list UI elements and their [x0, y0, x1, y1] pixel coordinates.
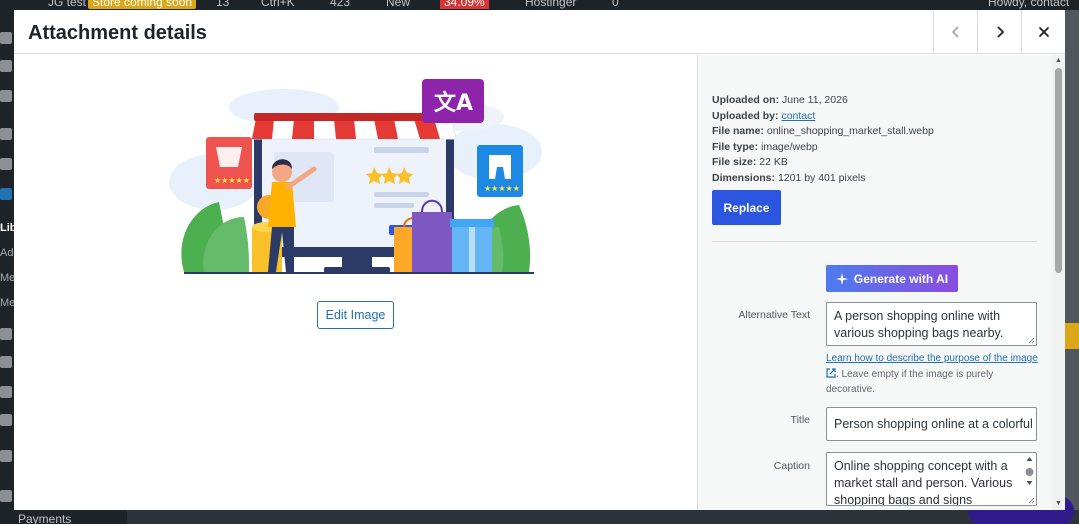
- modal-header: Attachment details: [14, 10, 1065, 54]
- alt-text-help: Learn how to describe the purpose of the…: [826, 351, 1040, 398]
- notifications-count[interactable]: 0: [612, 0, 619, 9]
- menu-icon[interactable]: [0, 32, 12, 44]
- external-link-icon: [826, 367, 836, 378]
- replace-button[interactable]: Replace: [712, 190, 781, 225]
- file-type-label: File type:: [712, 140, 759, 153]
- menu-item-ad[interactable]: Ad: [0, 247, 13, 259]
- menu-icon[interactable]: [0, 128, 12, 140]
- caption-value: Online shopping concept with a market st…: [834, 459, 1013, 506]
- comments-count[interactable]: 423: [330, 0, 350, 9]
- resize-grip-icon[interactable]: [1028, 337, 1035, 344]
- chevron-left-icon: [951, 26, 959, 38]
- site-name[interactable]: JG test: [48, 0, 86, 9]
- next-button[interactable]: [977, 10, 1021, 54]
- alt-text-help-text: . Leave empty if the image is purely dec…: [826, 368, 994, 396]
- search-hint[interactable]: Ctrl+K: [261, 0, 295, 9]
- menu-item-me1[interactable]: Me: [0, 272, 14, 284]
- background-content: [1065, 10, 1079, 510]
- media-menu-icon[interactable]: [0, 188, 12, 200]
- background-bottom: Payments: [0, 510, 1079, 524]
- alt-text-help-link[interactable]: Learn how to describe the purpose of the…: [826, 353, 1038, 364]
- menu-icon[interactable]: [0, 414, 12, 426]
- svg-text:★★★★★: ★★★★★: [484, 184, 520, 193]
- file-details: Uploaded on: June 11, 2026 Uploaded by: …: [712, 93, 934, 186]
- uploaded-by-link[interactable]: contact: [781, 110, 815, 122]
- caption-label: Caption: [773, 460, 810, 472]
- menu-icon[interactable]: [0, 90, 12, 102]
- scroll-down-icon[interactable]: ▼: [1054, 500, 1063, 508]
- file-name-label: File name:: [712, 125, 764, 137]
- admin-bar: JG test Store coming soon 13 Ctrl+K 423 …: [0, 0, 1079, 10]
- svg-text:★★★★★: ★★★★★: [214, 176, 250, 185]
- uploaded-by-label: Uploaded by:: [712, 109, 779, 122]
- menu-icon[interactable]: [0, 386, 12, 398]
- updates-count[interactable]: 13: [216, 0, 229, 9]
- menu-icon[interactable]: [0, 356, 12, 368]
- menu-item-me2[interactable]: Me: [0, 297, 14, 309]
- file-name-value: online_shopping_market_stall.webp: [766, 125, 934, 137]
- menu-icon[interactable]: [0, 158, 12, 170]
- title-value: Person shopping online at a colorful: [834, 417, 1033, 431]
- svg-text:文A: 文A: [434, 90, 473, 116]
- title-label: Title: [790, 414, 810, 426]
- store-badge[interactable]: Store coming soon: [88, 0, 197, 9]
- generate-with-ai-label: Generate with AI: [853, 271, 949, 286]
- edit-image-button[interactable]: Edit Image: [317, 301, 394, 329]
- new-link[interactable]: New: [386, 0, 410, 9]
- menu-icon[interactable]: [0, 490, 12, 502]
- attachment-media-view: 文A ★★★★★ ★★★★★ Edit Image: [14, 55, 697, 510]
- user-greeting[interactable]: Howdy, contact: [988, 0, 1069, 9]
- sparkle-icon: [835, 272, 848, 285]
- dimensions-value: 1201 by 401 pixels: [777, 171, 866, 184]
- attachment-details-modal: Attachment details 文A ★★★★★ ★★★★★ Edit I…: [14, 10, 1065, 510]
- scrollbar-thumb[interactable]: [1055, 68, 1062, 273]
- caption-field[interactable]: Online shopping concept with a market st…: [826, 452, 1037, 506]
- chevron-right-icon: [996, 26, 1004, 38]
- hostinger-link[interactable]: Hostinger: [525, 0, 576, 9]
- menu-icon[interactable]: [0, 450, 12, 462]
- close-icon: [1038, 26, 1049, 38]
- title-field[interactable]: Person shopping online at a colorful: [826, 407, 1037, 441]
- close-button[interactable]: [1021, 10, 1065, 54]
- dimensions-label: Dimensions:: [712, 171, 776, 184]
- attachment-info-sidebar: Uploaded on: June 11, 2026 Uploaded by: …: [697, 55, 1065, 510]
- previous-button[interactable]: [933, 10, 977, 54]
- alt-text-label: Alternative Text: [738, 309, 810, 321]
- sidebar-scrollbar[interactable]: ▲ ▼: [1052, 55, 1065, 510]
- resize-grip-icon[interactable]: [1028, 497, 1035, 504]
- caption-scrollbar[interactable]: [1025, 456, 1034, 486]
- menu-item-payments[interactable]: Payments: [0, 510, 127, 524]
- generate-with-ai-button[interactable]: Generate with AI: [826, 265, 958, 292]
- online-shopping-market-stall-illustration: 文A ★★★★★ ★★★★★: [169, 79, 542, 274]
- file-size-label: File size:: [712, 156, 757, 168]
- file-size-value: 22 KB: [759, 156, 788, 168]
- modal-title: Attachment details: [28, 22, 207, 44]
- menu-icon[interactable]: [0, 60, 12, 72]
- menu-icon[interactable]: [0, 328, 12, 340]
- admin-side-menu: Lib Ad Me Me: [0, 10, 14, 524]
- background-tab: [1065, 323, 1079, 349]
- percent-badge[interactable]: 34.09%: [440, 0, 489, 9]
- uploaded-on-label: Uploaded on:: [712, 94, 780, 106]
- alt-text-field[interactable]: A person shopping online with various sh…: [826, 302, 1037, 346]
- menu-item-lib[interactable]: Lib: [0, 222, 14, 234]
- divider: [712, 241, 1037, 242]
- file-type-value: image/webp: [761, 140, 818, 153]
- payments-label: Payments: [18, 512, 72, 524]
- alt-text-value: A person shopping online with various sh…: [834, 309, 1004, 340]
- scroll-up-icon[interactable]: ▲: [1054, 57, 1063, 65]
- uploaded-on-value: June 11, 2026: [782, 94, 848, 106]
